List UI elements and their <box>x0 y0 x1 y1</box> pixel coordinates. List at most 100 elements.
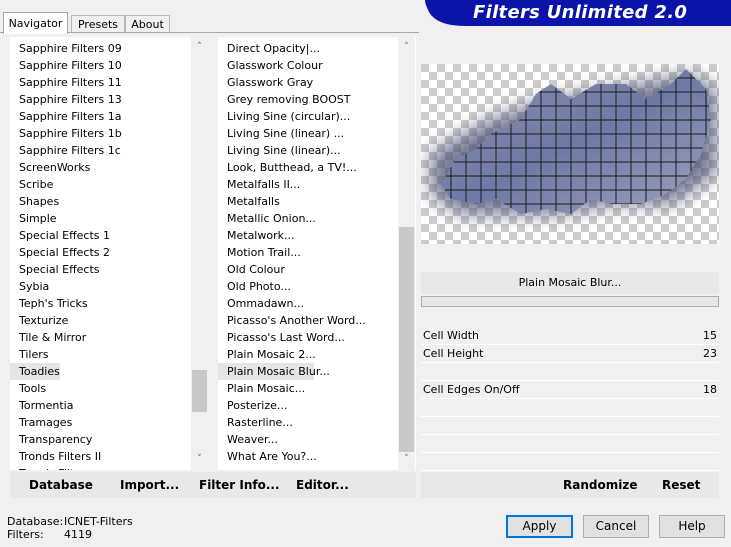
category-list[interactable]: Sapphire Filters 09 Sapphire Filters 10 Sa… <box>10 37 208 470</box>
editor-button[interactable]: Editor... <box>296 472 349 498</box>
list-item[interactable]: Sapphire Filters 11 <box>10 74 180 91</box>
parameter-row[interactable] <box>421 363 719 380</box>
list-item[interactable]: Motion Trail... <box>218 244 388 261</box>
list-item[interactable]: Plain Mosaic... <box>218 380 388 397</box>
list-item[interactable]: Tilers <box>10 346 180 363</box>
list-item[interactable]: Sapphire Filters 1c <box>10 142 180 159</box>
progress-bar <box>421 296 719 307</box>
list-item[interactable]: Sapphire Filters 13 <box>10 91 180 108</box>
scroll-down-icon[interactable]: ˅ <box>191 451 208 468</box>
row-divider <box>421 344 719 345</box>
list-item[interactable]: Tormentia <box>10 397 180 414</box>
list-item[interactable]: Sapphire Filters 1b <box>10 125 180 142</box>
scroll-thumb[interactable] <box>399 227 414 452</box>
app-banner: Filters Unlimited 2.0 <box>425 0 731 26</box>
apply-button[interactable]: Apply <box>506 515 573 538</box>
list-item[interactable]: Glasswork Gray <box>218 74 388 91</box>
app-title: Filters Unlimited 2.0 <box>473 2 688 23</box>
list-item[interactable]: Shapes <box>10 193 180 210</box>
list-item[interactable]: Sapphire Filters 09 <box>10 40 180 57</box>
list-item[interactable]: Scribe <box>10 176 180 193</box>
list-item-selected[interactable]: Plain Mosaic Blur... <box>218 363 330 380</box>
list-item[interactable]: Metallic Onion... <box>218 210 388 227</box>
selected-filter-title: Plain Mosaic Blur... <box>421 272 719 294</box>
list-item[interactable]: Simple <box>10 210 180 227</box>
scroll-thumb[interactable] <box>192 370 207 412</box>
list-item[interactable]: ScreenWorks <box>10 159 180 176</box>
filter-list[interactable]: Direct Opacity|... Glasswork Colour Glassw… <box>218 37 416 470</box>
tab-about[interactable]: About <box>125 15 170 33</box>
list-item[interactable]: Look, Butthead, a TV!... <box>218 159 388 176</box>
list-item[interactable]: Living Sine (circular)... <box>218 108 388 125</box>
parameter-value: 23 <box>703 347 717 360</box>
filter-scrollbar[interactable]: ˄ ˅ <box>398 37 415 470</box>
database-value: ICNET-Filters <box>64 515 133 528</box>
cancel-button[interactable]: Cancel <box>583 515 649 538</box>
list-item[interactable]: Glasswork Colour <box>218 57 388 74</box>
row-divider <box>421 398 719 399</box>
import-button[interactable]: Import... <box>120 472 179 498</box>
scroll-up-icon[interactable]: ˄ <box>398 39 415 56</box>
parameter-panel: Cell Width 15 Cell Height 23 Cell Edges On/O… <box>421 308 719 471</box>
randomize-button[interactable]: Randomize <box>563 472 637 498</box>
parameter-row[interactable]: Cell Width 15 <box>421 327 719 344</box>
parameter-row[interactable]: Cell Height 23 <box>421 345 719 362</box>
filter-info-button[interactable]: Filter Info... <box>199 472 280 498</box>
list-item[interactable]: Sapphire Filters 1a <box>10 108 180 125</box>
category-scrollbar[interactable]: ˄ ˅ <box>191 37 208 470</box>
list-item[interactable]: Special Effects <box>10 261 180 278</box>
tab-strip: Navigator Presets About <box>0 0 420 34</box>
list-item[interactable]: Posterize... <box>218 397 388 414</box>
list-item[interactable]: Rasterline... <box>218 414 388 431</box>
list-item[interactable]: Ommadawn... <box>218 295 388 312</box>
list-item[interactable]: Special Effects 1 <box>10 227 180 244</box>
list-item[interactable]: Living Sine (linear) ... <box>218 125 388 142</box>
list-item[interactable]: Picasso's Another Word... <box>218 312 388 329</box>
list-item[interactable]: Tools <box>10 380 180 397</box>
parameter-label: Cell Width <box>423 329 480 342</box>
right-button-bar: Randomize Reset <box>421 472 719 498</box>
list-item[interactable]: Sapphire Filters 10 <box>10 57 180 74</box>
parameter-label: Cell Height <box>423 347 484 360</box>
preview-canvas <box>421 64 719 244</box>
list-item[interactable]: Teph's Tricks <box>10 295 180 312</box>
list-item-selected[interactable]: Toadies <box>10 363 60 380</box>
list-item[interactable]: Weaver... <box>218 431 388 448</box>
filters-count-value: 4119 <box>64 528 92 541</box>
list-item[interactable]: Texturize <box>10 312 180 329</box>
row-divider <box>421 362 719 363</box>
scroll-up-icon[interactable]: ˄ <box>191 39 208 56</box>
scroll-down-icon[interactable]: ˅ <box>398 451 415 468</box>
list-item[interactable]: Tronds Filters <box>10 465 180 470</box>
list-item[interactable]: Transparency <box>10 431 180 448</box>
row-divider <box>421 416 719 417</box>
list-item[interactable]: What Are You?... <box>218 448 388 465</box>
left-button-bar: Database Import... Filter Info... Editor… <box>10 472 416 498</box>
parameter-row[interactable]: Cell Edges On/Off 18 <box>421 381 719 398</box>
list-item[interactable]: Direct Opacity|... <box>218 40 388 57</box>
parameter-label: Cell Edges On/Off <box>423 383 520 396</box>
list-item[interactable]: Grey removing BOOST <box>218 91 388 108</box>
list-item[interactable]: Sybia <box>10 278 180 295</box>
list-item[interactable]: Living Sine (linear)... <box>218 142 388 159</box>
list-item[interactable]: Plain Mosaic 2... <box>218 346 388 363</box>
list-item[interactable]: Special Effects 2 <box>10 244 180 261</box>
filters-count-label: Filters: <box>7 528 44 541</box>
help-button[interactable]: Help <box>659 515 725 538</box>
list-item[interactable]: Metalfalls II... <box>218 176 388 193</box>
database-button[interactable]: Database <box>29 472 93 498</box>
database-label: Database: <box>7 515 64 528</box>
list-item[interactable]: Tramages <box>10 414 180 431</box>
list-item[interactable]: Old Photo... <box>218 278 388 295</box>
filter-preview-image <box>421 64 719 244</box>
list-item[interactable]: Picasso's Last Word... <box>218 329 388 346</box>
list-item[interactable]: Tronds Filters II <box>10 448 180 465</box>
list-item[interactable]: Tile & Mirror <box>10 329 180 346</box>
tab-presets[interactable]: Presets <box>71 15 125 33</box>
list-item[interactable]: Metalfalls <box>218 193 388 210</box>
parameter-value: 15 <box>703 329 717 342</box>
reset-button[interactable]: Reset <box>662 472 700 498</box>
tab-navigator[interactable]: Navigator <box>3 12 68 34</box>
list-item[interactable]: Metalwork... <box>218 227 388 244</box>
list-item[interactable]: Old Colour <box>218 261 388 278</box>
